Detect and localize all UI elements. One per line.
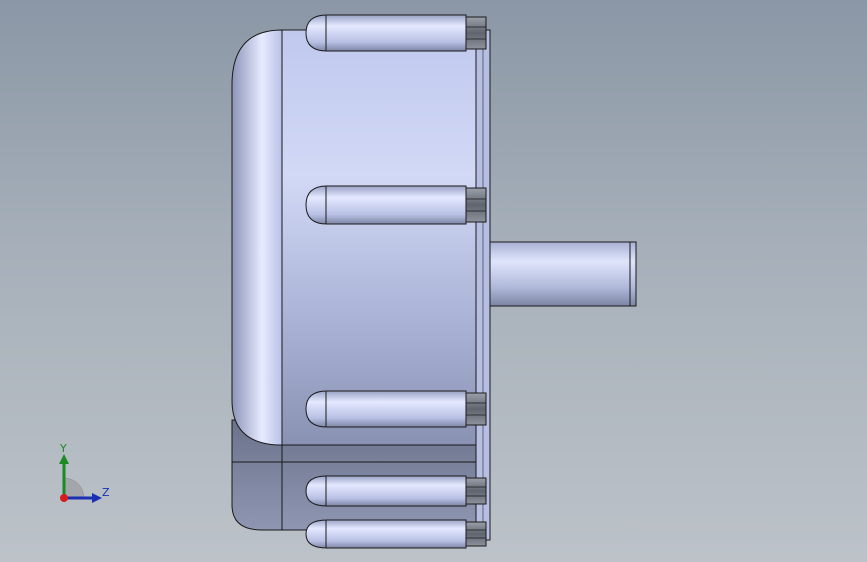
bolt-lower <box>465 392 487 426</box>
rib-bottom-1 <box>305 475 467 507</box>
housing-front-cap <box>231 29 283 446</box>
bolt-upper <box>465 187 487 223</box>
triad-z-label: Z <box>102 486 110 499</box>
bolt-bottom-1 <box>465 477 487 505</box>
rib-upper <box>305 185 467 225</box>
cad-viewport[interactable]: Y Z <box>0 0 867 562</box>
rib-top <box>305 14 467 52</box>
rib-bottom-2 <box>305 519 467 549</box>
model-side-view[interactable] <box>0 0 867 562</box>
housing-main-body <box>281 29 491 446</box>
bolt-top <box>465 16 487 50</box>
output-shaft <box>489 241 637 307</box>
bolt-bottom-2 <box>465 521 487 547</box>
triad-y-label: Y <box>60 442 67 455</box>
rib-lower <box>305 390 467 428</box>
orientation-triad[interactable]: Y Z <box>50 440 120 510</box>
